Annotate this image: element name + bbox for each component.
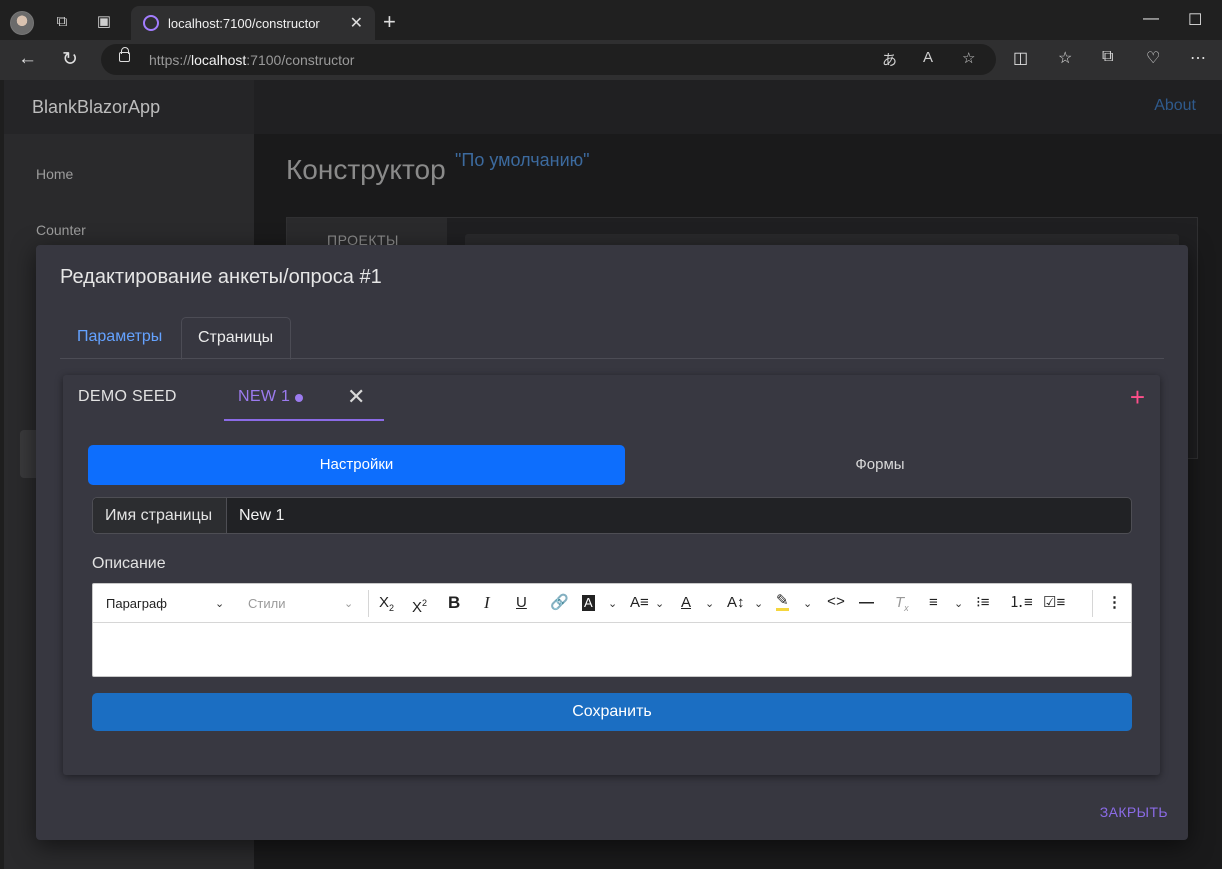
page-name-label: Имя страницы — [105, 507, 213, 524]
editor-toolbar: Параграф ⌄ Стили ⌄ X2 X2 B I U 🔗 A ⌄ A≡ … — [93, 584, 1131, 623]
chevron-down-icon[interactable]: ⌄ — [954, 597, 963, 610]
link-icon[interactable]: 🔗 — [550, 594, 569, 612]
url-text[interactable]: https://localhost:7100/constructor — [149, 52, 354, 68]
save-button-label: Сохранить — [572, 703, 652, 720]
edit-survey-dialog: Редактирование анкеты/опроса #1 Параметр… — [36, 245, 1188, 840]
code-icon[interactable]: <> — [827, 594, 845, 612]
horizontal-line-icon[interactable]: — — [859, 594, 874, 612]
highlighter-icon[interactable]: ✎ — [776, 593, 789, 611]
translate-icon[interactable]: あ — [882, 49, 897, 70]
italic-icon[interactable]: I — [484, 594, 490, 612]
settings-more-icon[interactable]: ⋯ — [1190, 48, 1206, 68]
page-name-input-group: Имя страницы New 1 — [92, 497, 1132, 534]
browser-tab-title: localhost:7100/constructor — [168, 16, 320, 31]
profile-avatar[interactable] — [10, 11, 34, 35]
todo-list-icon[interactable]: ☑≡ — [1043, 594, 1065, 612]
about-link[interactable]: About — [1154, 97, 1196, 115]
top-row: About — [254, 80, 1222, 134]
tab-actions-icon[interactable]: ▣ — [94, 12, 114, 32]
align-left-icon[interactable]: ≡ — [929, 594, 938, 612]
clear-format-icon[interactable]: Tx — [895, 594, 909, 617]
paragraph-select[interactable]: Параграф — [106, 596, 167, 611]
browser-titlebar: ⧉ ▣ localhost:7100/constructor ✕ + — ☐ — [0, 0, 1222, 40]
chevron-down-icon[interactable]: ⌄ — [608, 597, 617, 610]
favorite-star-icon[interactable]: ☆ — [962, 49, 975, 67]
bold-icon[interactable]: B — [448, 594, 460, 612]
page-name-label-box: Имя страницы — [93, 498, 227, 533]
add-page-button[interactable]: + — [1130, 382, 1145, 413]
page-name-input[interactable]: New 1 — [239, 507, 284, 525]
reload-icon[interactable]: ↻ — [62, 48, 78, 71]
read-aloud-icon[interactable]: A — [923, 49, 933, 66]
back-icon[interactable]: ← — [18, 48, 37, 70]
tab-parameters[interactable]: Параметры — [77, 328, 162, 346]
chevron-down-icon[interactable]: ⌄ — [803, 597, 812, 610]
maximize-icon[interactable]: ☐ — [1188, 10, 1202, 30]
segment-settings-label: Настройки — [319, 456, 394, 473]
chevron-down-icon[interactable]: ⌄ — [705, 597, 714, 610]
page-title: Конструктор — [286, 154, 446, 185]
save-button[interactable]: Сохранить — [92, 693, 1132, 731]
chevron-down-icon[interactable]: ⌄ — [344, 597, 353, 610]
browser-essentials-icon[interactable]: ♡ — [1146, 48, 1160, 68]
lock-icon[interactable] — [119, 47, 130, 62]
more-vertical-icon[interactable]: ⋮ — [1107, 594, 1122, 612]
font-family-icon[interactable]: A≡ — [630, 594, 649, 612]
numbered-list-icon[interactable]: ⒈≡ — [1009, 594, 1033, 612]
workspaces-icon[interactable]: ⧉ — [52, 12, 72, 32]
superscript-icon[interactable]: X2 — [412, 594, 427, 617]
chevron-down-icon[interactable]: ⌄ — [215, 597, 224, 610]
font-color-icon[interactable]: A — [681, 594, 691, 612]
browser-tab-active[interactable]: localhost:7100/constructor ✕ — [131, 6, 375, 40]
new-tab-button[interactable]: + — [383, 9, 396, 35]
unsaved-dot-icon — [295, 394, 303, 402]
sidebar-header: BlankBlazorApp — [4, 80, 254, 134]
tabs-divider — [60, 358, 1164, 359]
description-label: Описание — [92, 555, 166, 572]
blazor-favicon-icon — [143, 15, 159, 31]
dialog-title: Редактирование анкеты/опроса #1 — [60, 266, 382, 288]
app-brand[interactable]: BlankBlazorApp — [32, 97, 160, 118]
close-tab-icon[interactable]: ✕ — [350, 13, 363, 33]
segment-forms-label: Формы — [855, 456, 905, 473]
browser-toolbar: ← ↻ https://localhost:7100/constructor あ… — [0, 40, 1222, 80]
toolbar-separator — [368, 590, 369, 617]
subscript-icon[interactable]: X2 — [379, 594, 394, 617]
chevron-down-icon[interactable]: ⌄ — [655, 597, 664, 610]
sidebar-item-counter[interactable]: Counter — [36, 222, 86, 238]
chevron-down-icon[interactable]: ⌄ — [754, 597, 763, 610]
underline-icon[interactable]: U — [516, 594, 527, 612]
segment-settings[interactable]: Настройки — [88, 445, 625, 485]
pages-card: DEMO SEED NEW 1 ✕ + Настройки Формы Имя … — [63, 375, 1160, 775]
sidebar-item-home[interactable]: Home — [36, 166, 73, 182]
toolbar-separator — [1092, 590, 1093, 617]
tab-pages[interactable]: Страницы — [181, 317, 291, 360]
favorites-icon[interactable]: ☆ — [1058, 48, 1072, 68]
split-screen-icon[interactable]: ◫ — [1013, 48, 1028, 68]
minimize-icon[interactable]: — — [1143, 10, 1159, 28]
page-tab-new-1[interactable]: NEW 1 — [238, 388, 290, 406]
address-bar[interactable]: https://localhost:7100/constructor あ A ☆ — [101, 44, 996, 75]
collections-icon[interactable]: ⧉ — [1102, 48, 1113, 66]
rich-text-editor[interactable]: Параграф ⌄ Стили ⌄ X2 X2 B I U 🔗 A ⌄ A≡ … — [92, 583, 1132, 677]
bullet-list-icon[interactable]: ⁝≡ — [976, 594, 990, 612]
text-background-icon[interactable]: A — [582, 595, 595, 611]
segment-forms[interactable]: Формы — [625, 445, 1135, 485]
close-page-tab-icon[interactable]: ✕ — [347, 384, 365, 410]
tab-pages-label: Страницы — [198, 329, 274, 346]
active-page-tab-indicator — [224, 419, 384, 421]
styles-select[interactable]: Стили — [248, 596, 285, 611]
font-size-icon[interactable]: A↕ — [727, 594, 745, 612]
page-tab-demo-seed[interactable]: DEMO SEED — [78, 388, 177, 406]
page-subtitle: "По умолчанию" — [455, 150, 590, 170]
close-dialog-button[interactable]: ЗАКРЫТЬ — [1100, 804, 1168, 820]
